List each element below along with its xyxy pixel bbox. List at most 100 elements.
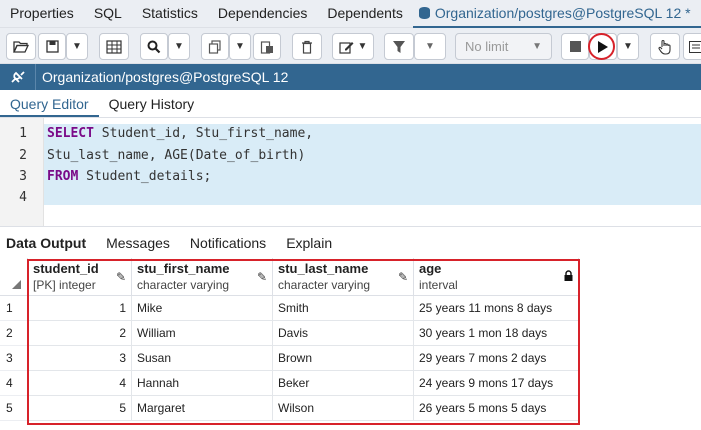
edit-icon (338, 41, 354, 54)
code-line-1: SELECT Student_id, Stu_first_name, (47, 126, 313, 141)
chevron-down-icon: ▼ (425, 41, 435, 52)
chevron-down-icon: ▼ (72, 41, 82, 52)
tab-properties[interactable]: Properties (0, 0, 84, 28)
cell-first-name[interactable]: Hannah (132, 371, 273, 396)
trash-icon (302, 40, 312, 54)
filter-dropdown[interactable]: ▼ (414, 33, 446, 60)
cell-last-name[interactable]: Brown (273, 346, 414, 371)
cell-age[interactable]: 29 years 7 mons 2 days (414, 346, 579, 371)
row-limit-select[interactable]: No limit ▼ (455, 33, 552, 60)
tab-messages[interactable]: Messages (96, 228, 180, 258)
hand-pointer-icon (658, 39, 671, 55)
paste-icon (260, 40, 273, 54)
column-name: stu_last_name (278, 261, 369, 276)
table-icon (106, 39, 122, 54)
cell-student-id[interactable]: 1 (28, 296, 132, 321)
paste-button[interactable] (253, 33, 281, 60)
copy-icon (208, 39, 221, 54)
line-number: 3 (19, 169, 27, 184)
cell-student-id[interactable]: 2 (28, 321, 132, 346)
connection-bar: Organization/postgres@PostgreSQL 12 (0, 64, 701, 90)
copy-button[interactable] (201, 33, 229, 60)
execute-dropdown[interactable]: ▼ (617, 33, 639, 60)
cell-age[interactable]: 30 years 1 mon 18 days (414, 321, 579, 346)
code-text: Stu_last_name, AGE(Date_of_birth) (47, 148, 306, 163)
filter-button[interactable] (384, 33, 414, 60)
tab-statistics[interactable]: Statistics (132, 0, 208, 28)
output-tabs: Data Output Messages Notifications Expla… (0, 226, 701, 258)
tab-dependencies[interactable]: Dependencies (208, 0, 318, 28)
tab-query-history[interactable]: Query History (99, 90, 205, 117)
folder-open-icon (13, 40, 29, 53)
filter-icon (393, 40, 405, 53)
commit-button[interactable] (650, 33, 680, 60)
tab-explain[interactable]: Explain (276, 228, 342, 258)
edit-data-button[interactable] (99, 33, 129, 60)
column-header-stu-last-name[interactable]: stu_last_name character varying ✎ (273, 258, 414, 296)
open-file-button[interactable] (6, 33, 36, 60)
cell-first-name[interactable]: Susan (132, 346, 273, 371)
row-number[interactable]: 3 (0, 346, 28, 371)
cell-student-id[interactable]: 4 (28, 371, 132, 396)
cell-first-name[interactable]: William (132, 321, 273, 346)
edit-options-button[interactable]: ▼ (332, 33, 374, 60)
keyboard-icon (689, 40, 701, 53)
cell-student-id[interactable]: 5 (28, 396, 132, 421)
cell-age[interactable]: 24 years 9 mons 17 days (414, 371, 579, 396)
column-header-stu-first-name[interactable]: stu_first_name character varying ✎ (132, 258, 273, 296)
column-type: interval (419, 278, 458, 292)
database-icon (418, 6, 430, 19)
chevron-down-icon: ▼ (357, 41, 368, 52)
cell-last-name[interactable]: Smith (273, 296, 414, 321)
column-name: stu_first_name (137, 261, 230, 276)
row-number[interactable]: 1 (0, 296, 28, 321)
code-text: Student_id, Stu_first_name, (93, 126, 314, 141)
search-icon (147, 40, 161, 53)
cell-last-name[interactable]: Wilson (273, 396, 414, 421)
tab-data-output[interactable]: Data Output (0, 228, 96, 258)
column-name: age (419, 261, 442, 276)
column-type: [PK] integer (33, 278, 96, 292)
save-dropdown[interactable]: ▼ (66, 33, 88, 60)
find-dropdown[interactable]: ▼ (168, 33, 190, 60)
row-limit-value: No limit (465, 39, 509, 54)
cell-age[interactable]: 25 years 11 mons 8 days (414, 296, 579, 321)
tab-sql[interactable]: SQL (84, 0, 132, 28)
save-button[interactable] (38, 33, 66, 60)
tab-notifications[interactable]: Notifications (180, 228, 276, 258)
row-number[interactable]: 4 (0, 371, 28, 396)
cell-last-name[interactable]: Beker (273, 371, 414, 396)
sql-keyword: FROM (47, 169, 79, 184)
cell-student-id[interactable]: 3 (28, 346, 132, 371)
copy-dropdown[interactable]: ▼ (229, 33, 251, 60)
code-line-2: Stu_last_name, AGE(Date_of_birth) (47, 148, 305, 163)
chevron-down-icon: ▼ (235, 41, 245, 52)
column-header-student-id[interactable]: student_id [PK] integer ✎ (28, 258, 132, 296)
chevron-down-icon: ▼ (532, 41, 542, 52)
cell-last-name[interactable]: Davis (273, 321, 414, 346)
cell-first-name[interactable]: Margaret (132, 396, 273, 421)
delete-button[interactable] (292, 33, 322, 60)
connection-status-button[interactable] (0, 64, 36, 90)
chevron-down-icon: ▼ (623, 41, 633, 52)
object-tab-strip: Properties SQL Statistics Dependencies D… (0, 0, 701, 28)
select-all-corner[interactable] (0, 258, 28, 296)
cell-age[interactable]: 26 years 5 mons 5 days (414, 396, 579, 421)
sql-editor[interactable]: 1 2 3 4 SELECT Student_id, Stu_first_nam… (0, 118, 701, 226)
row-number[interactable]: 5 (0, 396, 28, 421)
tab-dependents[interactable]: Dependents (317, 0, 413, 28)
result-grid: student_id [PK] integer ✎ stu_first_name… (0, 258, 701, 430)
query-toolbar: ▼ ▼ ▼ ▼ ▼ No limit ▼ ▼ (0, 28, 701, 64)
line-number: 4 (19, 190, 27, 205)
tab-query-tool[interactable]: Organization/postgres@PostgreSQL 12 * (412, 0, 701, 28)
stop-button[interactable] (561, 33, 589, 60)
find-button[interactable] (140, 33, 168, 60)
execute-button[interactable] (589, 33, 617, 60)
sql-keyword: SELECT (47, 126, 94, 141)
tab-query-editor[interactable]: Query Editor (0, 90, 99, 117)
row-number[interactable]: 2 (0, 321, 28, 346)
rollback-button[interactable] (683, 33, 701, 60)
column-header-age[interactable]: age interval (414, 258, 579, 296)
cell-first-name[interactable]: Mike (132, 296, 273, 321)
selected-code: SELECT Student_id, Stu_first_name, Stu_l… (44, 124, 701, 205)
